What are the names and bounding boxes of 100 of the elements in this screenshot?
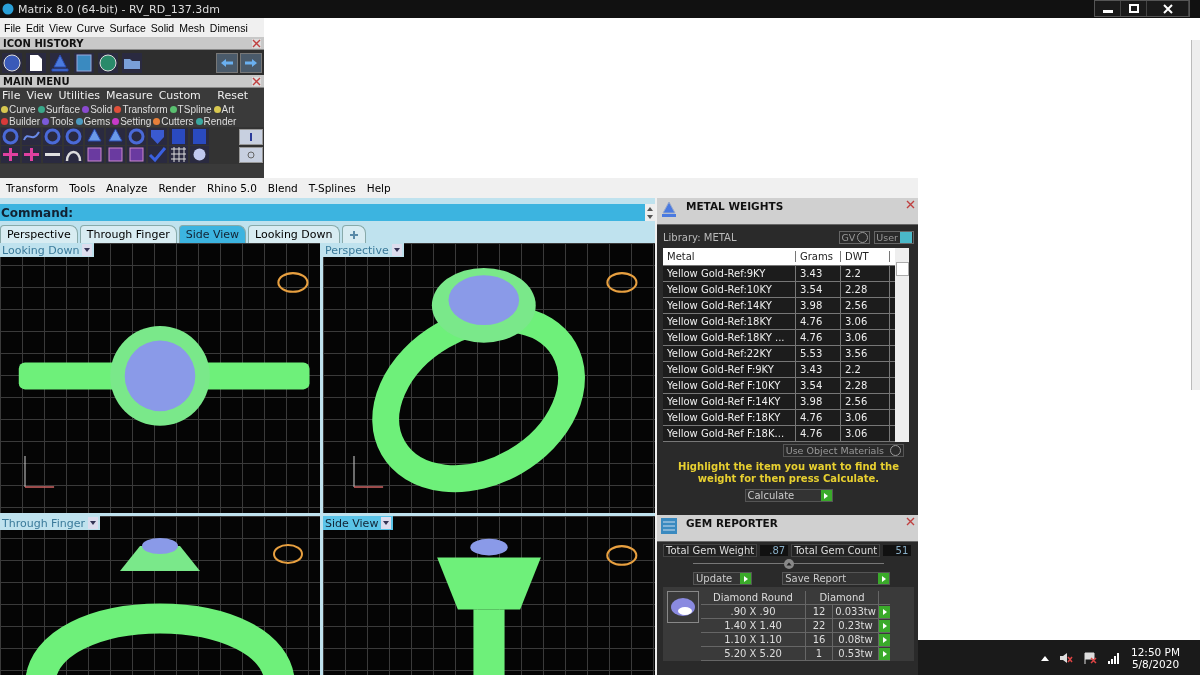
menu-item[interactable]: Curve — [76, 21, 105, 34]
column-header[interactable]: Metal — [663, 251, 796, 262]
viewport-label[interactable]: Side View — [323, 516, 394, 530]
panel-toggle-button[interactable] — [239, 146, 263, 163]
viewport-tab[interactable]: Looking Down — [248, 225, 340, 243]
menu-item[interactable]: Rhino 5.0 — [206, 182, 257, 194]
ball-icon[interactable] — [190, 146, 209, 163]
close-icon[interactable] — [252, 38, 261, 48]
category-item[interactable]: Builder — [9, 116, 41, 127]
menu-item[interactable]: Solid — [150, 21, 175, 34]
menu-item[interactable]: Help — [366, 182, 391, 194]
viewport[interactable]: Perspective — [323, 243, 655, 513]
close-icon[interactable] — [906, 200, 915, 209]
menu-item[interactable]: Mesh — [179, 21, 205, 34]
menu-item[interactable]: Dimensi — [209, 21, 248, 34]
menu-item[interactable]: View — [49, 21, 72, 34]
close-icon[interactable] — [252, 76, 261, 86]
viewport-label[interactable]: Looking Down — [0, 243, 95, 257]
scrollbar[interactable] — [895, 248, 909, 442]
minimize-button[interactable] — [1095, 1, 1121, 16]
panel-toggle-button[interactable] — [239, 128, 263, 145]
save-report-button[interactable]: Save Report — [782, 572, 891, 585]
select-button[interactable] — [879, 647, 890, 660]
scale-icon[interactable] — [85, 128, 104, 145]
signal-bars-icon[interactable] — [1107, 651, 1121, 664]
update-button[interactable]: Update — [693, 572, 753, 585]
viewport-tab[interactable]: Side View — [178, 225, 247, 243]
use-object-materials-toggle[interactable]: Use Object Materials — [782, 444, 904, 457]
check-icon[interactable] — [148, 146, 167, 163]
scroll-arrows-icon[interactable] — [645, 204, 655, 221]
frame-icon[interactable] — [127, 146, 146, 163]
category-item[interactable]: Curve — [9, 104, 36, 115]
menu-item[interactable]: Custom — [158, 89, 201, 103]
globe-icon[interactable] — [98, 52, 118, 73]
muted-speaker-icon[interactable] — [1059, 651, 1073, 664]
plus-icon[interactable] — [22, 146, 41, 163]
viewport-label[interactable]: Through Finger — [0, 516, 100, 530]
folder-icon[interactable] — [122, 52, 142, 73]
menu-item[interactable]: Measure — [105, 89, 153, 103]
menu-item[interactable]: Analyze — [106, 182, 148, 194]
command-bar[interactable]: Command: — [0, 204, 655, 221]
column-header[interactable]: Grams — [796, 251, 841, 262]
calculate-button[interactable]: Calculate — [744, 489, 833, 502]
select-button[interactable] — [879, 605, 890, 618]
category-item[interactable]: Art — [221, 104, 235, 115]
page-icon[interactable] — [26, 52, 46, 73]
menu-item[interactable]: Surface — [109, 21, 146, 34]
select-button[interactable] — [879, 633, 890, 646]
category-item[interactable]: Gems — [83, 116, 111, 127]
curves-icon[interactable] — [22, 128, 41, 145]
scale-icon[interactable] — [106, 128, 125, 145]
menu-item[interactable]: File — [4, 21, 21, 34]
viewport[interactable]: Side View — [323, 516, 655, 675]
menu-item[interactable]: T-Splines — [308, 182, 356, 194]
category-item[interactable]: Cutters — [161, 116, 194, 127]
menu-item[interactable]: File — [2, 89, 21, 103]
panel-icon[interactable] — [74, 52, 94, 73]
clock-date[interactable]: 5/8/2020 — [1131, 657, 1180, 670]
back-button[interactable] — [216, 52, 238, 73]
menu-item[interactable]: View — [26, 89, 53, 103]
show-hidden-icons-icon[interactable] — [1041, 654, 1049, 661]
column-header[interactable]: DWT — [841, 251, 890, 262]
viewport-tab[interactable]: Through Finger — [79, 225, 177, 243]
add-tab-button[interactable] — [341, 225, 366, 243]
arc-icon[interactable] — [64, 146, 83, 163]
ring-icon[interactable] — [127, 128, 146, 145]
viewport[interactable]: Looking Down — [0, 243, 320, 513]
menu-item[interactable]: Utilities — [58, 89, 100, 103]
viewport-tab[interactable]: Perspective — [0, 225, 78, 243]
category-item[interactable]: Render — [203, 116, 237, 127]
minus-icon[interactable] — [43, 146, 62, 163]
category-item[interactable]: Surface — [45, 104, 81, 115]
menu-item[interactable]: Tools — [69, 182, 96, 194]
menu-item[interactable]: Transform — [6, 182, 59, 194]
category-item[interactable]: Tools — [50, 116, 74, 127]
category-item[interactable]: Setting — [120, 116, 152, 127]
collapse-handle-icon[interactable] — [783, 559, 794, 569]
restore-button[interactable] — [1121, 1, 1147, 16]
viewport-label[interactable]: Perspective — [323, 243, 404, 257]
grid-icon[interactable] — [169, 146, 188, 163]
forward-button[interactable] — [240, 52, 262, 73]
plus-icon[interactable] — [1, 146, 20, 163]
reset-link[interactable]: Reset — [217, 89, 248, 103]
toggle-switch[interactable]: User — [874, 230, 914, 244]
menu-item[interactable]: Edit — [25, 21, 44, 34]
close-icon[interactable] — [906, 517, 915, 526]
ring-icon[interactable] — [1, 128, 20, 145]
scale-icon[interactable] — [50, 52, 70, 73]
clock-time[interactable]: 12:50 PM — [1131, 645, 1180, 658]
frame-icon[interactable] — [106, 146, 125, 163]
menu-item[interactable]: Blend — [267, 182, 298, 194]
flag-icon[interactable] — [1083, 651, 1097, 664]
close-button[interactable] — [1147, 1, 1189, 16]
category-item[interactable]: TSpline — [177, 104, 212, 115]
category-item[interactable]: Solid — [90, 104, 113, 115]
select-button[interactable] — [879, 619, 890, 632]
category-item[interactable]: Transform — [122, 104, 168, 115]
toggle-switch[interactable]: GV — [839, 230, 871, 244]
viewport[interactable]: Through Finger — [0, 516, 320, 675]
menu-item[interactable]: Render — [158, 182, 196, 194]
